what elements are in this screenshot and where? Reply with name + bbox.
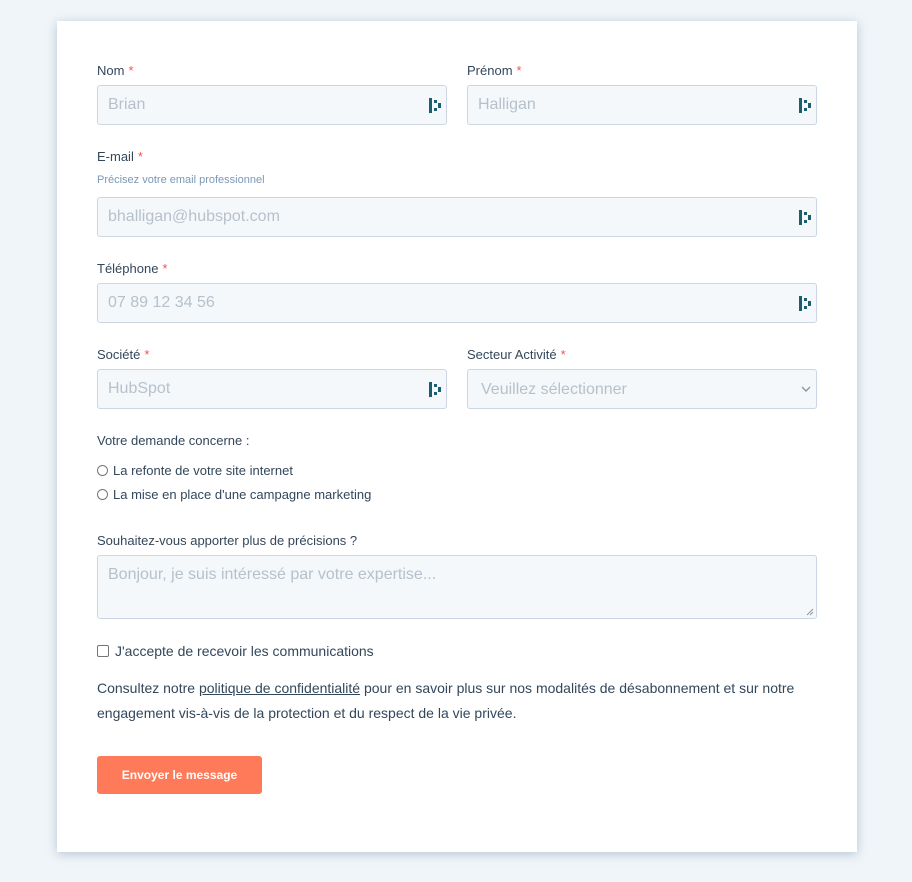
- form-card: Nom* Prénom* E-mail* Précisez votre emai…: [57, 21, 857, 852]
- lastpass-icon[interactable]: [429, 98, 441, 113]
- radio-option-label: La refonte de votre site internet: [113, 463, 293, 478]
- precisions-textarea[interactable]: [98, 556, 816, 618]
- societe-label-text: Société: [97, 347, 141, 362]
- nom-field[interactable]: [97, 85, 447, 125]
- email-label-text: E-mail: [97, 149, 134, 164]
- prenom-field[interactable]: [467, 85, 817, 125]
- required-marker: *: [560, 347, 566, 362]
- telephone-label: Téléphone *: [97, 261, 168, 276]
- consent-label: J'accepte de recevoir les communications: [115, 643, 374, 659]
- telephone-input[interactable]: [98, 284, 816, 322]
- societe-field[interactable]: [97, 369, 447, 409]
- required-marker: *: [128, 63, 134, 78]
- lastpass-icon[interactable]: [799, 210, 811, 225]
- consent-checkbox-row[interactable]: J'accepte de recevoir les communications: [97, 643, 374, 659]
- telephone-field[interactable]: [97, 283, 817, 323]
- precisions-field[interactable]: [97, 555, 817, 619]
- email-field[interactable]: [97, 197, 817, 237]
- submit-button[interactable]: Envoyer le message: [97, 756, 262, 794]
- nom-label: Nom *: [97, 63, 134, 78]
- radio-option-label: La mise en place d'une campagne marketin…: [113, 487, 372, 502]
- nom-input[interactable]: [98, 86, 446, 124]
- lastpass-icon[interactable]: [799, 98, 811, 113]
- resize-grip-icon[interactable]: [806, 608, 814, 616]
- prenom-input[interactable]: [468, 86, 816, 124]
- required-marker: *: [162, 261, 168, 276]
- privacy-notice: Consultez notre politique de confidentia…: [97, 676, 817, 726]
- demande-label: Votre demande concerne :: [97, 433, 250, 448]
- nom-label-text: Nom: [97, 63, 125, 78]
- secteur-selected-value: Veuillez sélectionner: [481, 381, 627, 398]
- required-marker: *: [516, 63, 522, 78]
- email-hint: Précisez votre email professionnel: [97, 174, 265, 186]
- societe-input[interactable]: [98, 370, 446, 408]
- prenom-label-text: Prénom: [467, 63, 513, 78]
- prenom-label: Prénom *: [467, 63, 522, 78]
- lastpass-icon[interactable]: [799, 296, 811, 311]
- email-label: E-mail *: [97, 149, 143, 164]
- radio-option-refonte[interactable]: La refonte de votre site internet: [97, 463, 293, 478]
- chevron-down-icon: [801, 386, 811, 392]
- secteur-label-text: Secteur Activité: [467, 347, 557, 362]
- precisions-label: Souhaitez-vous apporter plus de précisio…: [97, 533, 358, 548]
- privacy-policy-link[interactable]: politique de confidentialité: [199, 680, 360, 696]
- required-marker: *: [137, 149, 143, 164]
- secteur-label: Secteur Activité *: [467, 347, 566, 362]
- required-marker: *: [144, 347, 150, 362]
- societe-label: Société *: [97, 347, 149, 362]
- telephone-label-text: Téléphone: [97, 261, 159, 276]
- radio-option-campagne[interactable]: La mise en place d'une campagne marketin…: [97, 487, 371, 502]
- radio-button[interactable]: [97, 465, 108, 476]
- radio-button[interactable]: [97, 489, 108, 500]
- consent-checkbox[interactable]: [97, 645, 109, 657]
- lastpass-icon[interactable]: [429, 382, 441, 397]
- privacy-notice-text: Consultez notre: [97, 680, 199, 696]
- secteur-select[interactable]: Veuillez sélectionner: [467, 369, 817, 409]
- email-input[interactable]: [98, 198, 816, 236]
